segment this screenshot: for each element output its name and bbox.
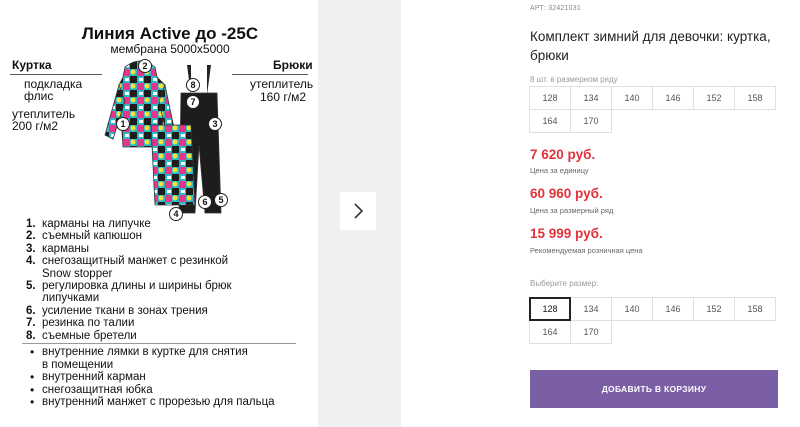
gallery-next-button[interactable] (340, 192, 376, 230)
card-subtitle: мембрана 5000x5000 (110, 42, 230, 56)
price-row: 60 960 руб. (530, 186, 603, 201)
price-unit: 7 620 руб. (530, 147, 596, 162)
product-image-card: Линия Active до -25С мембрана 5000x5000 … (0, 0, 318, 427)
features-divider (22, 343, 296, 344)
size-option[interactable]: 152 (693, 297, 735, 321)
callout-8: 8 (186, 78, 200, 92)
feature-bullet: • снегозащитная юбка (30, 382, 153, 397)
pants-insulation-value: 160 г/м2 (260, 90, 306, 104)
price-row-note: Цена за размерный ряд (530, 206, 614, 215)
add-to-cart-button[interactable]: ДОБАВИТЬ В КОРЗИНУ (530, 370, 778, 408)
callout-2: 2 (138, 59, 152, 73)
size-option[interactable]: 164 (529, 320, 571, 344)
size-row-cell: 158 (734, 86, 776, 110)
callout-3: 3 (208, 117, 222, 131)
size-row-cell: 170 (570, 109, 612, 133)
price-retail: 15 999 руб. (530, 226, 603, 241)
pants-heading: Брюки (273, 58, 313, 72)
callout-6: 6 (198, 195, 212, 209)
size-row-grid: 128 134 140 146 152 158 164 170 (529, 86, 779, 133)
price-unit-note: Цена за единицу (530, 166, 589, 175)
size-row-cell: 146 (652, 86, 694, 110)
size-row-cell: 134 (570, 86, 612, 110)
size-row-cell: 152 (693, 86, 735, 110)
size-row-cell: 164 (529, 109, 571, 133)
jacket-underline (10, 74, 102, 75)
size-row-cell: 140 (611, 86, 653, 110)
feature-item: 3. карманы (26, 242, 89, 255)
chevron-right-icon (354, 203, 364, 219)
callout-7: 7 (186, 95, 200, 109)
callout-1: 1 (116, 117, 130, 131)
product-title: Комплект зимний для девочки: куртка, брю… (530, 29, 771, 63)
jacket-heading: Куртка (12, 58, 52, 72)
size-option[interactable]: 170 (570, 320, 612, 344)
feature-item: 5. регулировка длины и ширины брюк (26, 280, 232, 293)
feature-item: 4. снегозащитный манжет с резинкой (26, 255, 229, 268)
size-row-label: 8 шт. в размерном ряду (530, 75, 618, 84)
jacket-fleece: флис (24, 89, 54, 103)
jacket-insulation-value: 200 г/м2 (12, 119, 58, 133)
size-option[interactable]: 146 (652, 297, 694, 321)
feature-bullet: в помещении (42, 358, 114, 371)
feature-item: 6. усиление ткани в зонах трения (26, 304, 208, 317)
feature-item: Snow stopper (42, 267, 113, 280)
feature-item: липучками (42, 292, 100, 305)
feature-item: 7. резинка по талии (26, 317, 135, 330)
size-option[interactable]: 158 (734, 297, 776, 321)
feature-bullet: • внутренние лямки в куртке для снятия (30, 345, 248, 359)
feature-bullet: • внутренний карман (30, 370, 146, 385)
choose-size-label: Выберите размер: (530, 279, 599, 288)
card-title: Линия Active до -25С (81, 24, 259, 43)
price-retail-note: Рекомендуемая розничная цена (530, 246, 643, 255)
size-row-cell: 128 (529, 86, 571, 110)
callout-5: 5 (214, 193, 228, 207)
features-numbered-list: 1. карманы на липучке 2. съемный капюшон 3… (26, 218, 296, 342)
feature-item: 1. карманы на липучке (26, 218, 151, 230)
article-number: АРТ: 32421031 (530, 5, 581, 12)
size-option[interactable]: 140 (611, 297, 653, 321)
size-option-selected[interactable]: 128 (529, 297, 571, 321)
size-selector: 128 134 140 146 152 158 164 170 (529, 297, 779, 344)
features-bulleted-list: • внутренние лямки в куртке для снятия в … (30, 346, 300, 409)
feature-item: 2. съемный капюшон (26, 230, 142, 243)
feature-bullet: • внутренний манжет с прорезью для пальца (30, 395, 275, 410)
feature-item: 8. съемные бретели (26, 329, 137, 342)
pants-underline (232, 74, 308, 75)
size-option[interactable]: 134 (570, 297, 612, 321)
